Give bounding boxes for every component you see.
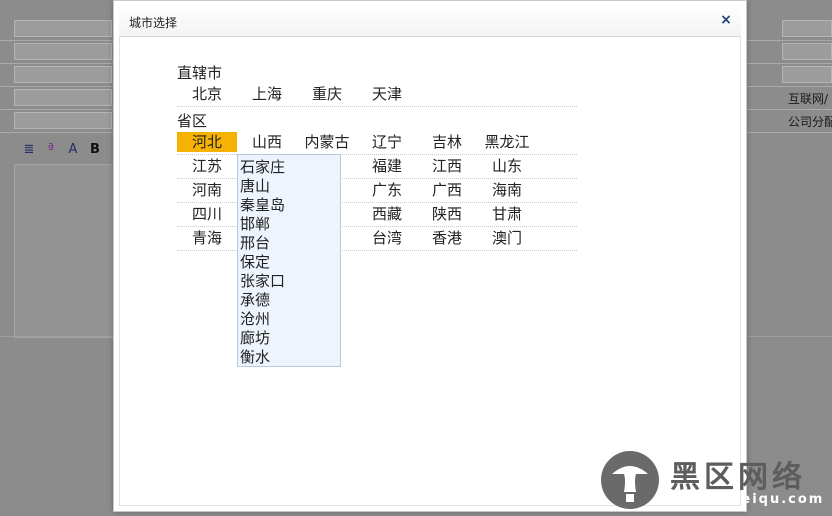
background-row-label: 公司分配 bbox=[788, 115, 832, 129]
dialog-header: 城市选择 × bbox=[119, 5, 741, 37]
watermark: 黑区网络 www.heiqu.com bbox=[598, 448, 830, 512]
province-option[interactable]: 江苏 bbox=[177, 156, 237, 176]
province-option[interactable]: 香港 bbox=[417, 228, 477, 248]
watermark-logo-icon bbox=[601, 451, 659, 509]
province-option[interactable]: 山东 bbox=[477, 156, 537, 176]
province-option[interactable]: 青海 bbox=[177, 228, 237, 248]
background-row-label: 互联网/ bbox=[788, 92, 829, 106]
dropdown-city-item[interactable]: 张家口 bbox=[238, 272, 340, 291]
watermark-text: 黑区网络 bbox=[670, 460, 806, 495]
font-size-icon: A bbox=[68, 142, 78, 157]
dropdown-city-item[interactable]: 承德 bbox=[238, 291, 340, 310]
background-field bbox=[782, 66, 832, 83]
province-option[interactable]: 黑龙江 bbox=[477, 132, 537, 152]
dropdown-city-item[interactable]: 石家庄 bbox=[238, 158, 340, 177]
provinces-title: 省区 bbox=[177, 112, 208, 130]
province-option[interactable]: 广东 bbox=[357, 180, 417, 200]
province-option[interactable]: 四川 bbox=[177, 204, 237, 224]
city-dropdown: 石家庄 唐山 秦皇岛 邯郸 邢台 保定 张家口 承德 沧州 廊坊 衡水 bbox=[237, 154, 341, 367]
dropdown-city-item[interactable]: 衡水 bbox=[238, 348, 340, 367]
province-option[interactable]: 甘肃 bbox=[477, 204, 537, 224]
spellcheck-icon: ª bbox=[47, 142, 55, 157]
dropdown-city-item[interactable]: 邢台 bbox=[238, 234, 340, 253]
background-field bbox=[14, 43, 112, 60]
province-option[interactable]: 陕西 bbox=[417, 204, 477, 224]
province-option[interactable]: 西藏 bbox=[357, 204, 417, 224]
watermark-url: www.heiqu.com bbox=[682, 492, 825, 507]
background-field bbox=[14, 112, 112, 129]
province-option[interactable]: 内蒙古 bbox=[297, 132, 357, 152]
city-option[interactable]: 天津 bbox=[357, 84, 417, 104]
province-option[interactable]: 吉林 bbox=[417, 132, 477, 152]
dropdown-city-item[interactable]: 廊坊 bbox=[238, 329, 340, 348]
bold-icon: B bbox=[90, 142, 100, 157]
dropdown-city-item[interactable]: 沧州 bbox=[238, 310, 340, 329]
province-option[interactable]: 江西 bbox=[417, 156, 477, 176]
city-option[interactable]: 上海 bbox=[237, 84, 297, 104]
background-field bbox=[14, 20, 112, 37]
municipalities-row: 北京 上海 重庆 天津 bbox=[177, 82, 577, 107]
line-spacing-icon: ≣ bbox=[23, 142, 35, 157]
dropdown-city-item[interactable]: 保定 bbox=[238, 253, 340, 272]
province-option[interactable]: 海南 bbox=[477, 180, 537, 200]
dropdown-city-item[interactable]: 邯郸 bbox=[238, 215, 340, 234]
province-option[interactable]: 辽宁 bbox=[357, 132, 417, 152]
close-icon[interactable]: × bbox=[719, 12, 733, 28]
background-editor-area bbox=[14, 164, 116, 338]
city-option[interactable]: 北京 bbox=[177, 84, 237, 104]
province-option[interactable]: 广西 bbox=[417, 180, 477, 200]
province-option[interactable]: 福建 bbox=[357, 156, 417, 176]
city-option[interactable]: 重庆 bbox=[297, 84, 357, 104]
background-field bbox=[782, 43, 832, 60]
background-field bbox=[782, 20, 832, 37]
background-field bbox=[14, 89, 112, 106]
province-row: 河北 山西 内蒙古 辽宁 吉林 黑龙江 bbox=[177, 130, 577, 155]
dropdown-city-item[interactable]: 唐山 bbox=[238, 177, 340, 196]
province-option[interactable]: 山西 bbox=[237, 132, 297, 152]
province-option[interactable]: 河南 bbox=[177, 180, 237, 200]
province-option-selected[interactable]: 河北 bbox=[177, 132, 237, 152]
province-option[interactable]: 台湾 bbox=[357, 228, 417, 248]
municipalities-title: 直辖市 bbox=[177, 64, 223, 82]
dialog-title: 城市选择 bbox=[129, 16, 178, 30]
dropdown-city-item[interactable]: 秦皇岛 bbox=[238, 196, 340, 215]
province-option[interactable]: 澳门 bbox=[477, 228, 537, 248]
background-field bbox=[14, 66, 112, 83]
background-editor-toolbar: ≣ ª A B bbox=[14, 140, 114, 164]
